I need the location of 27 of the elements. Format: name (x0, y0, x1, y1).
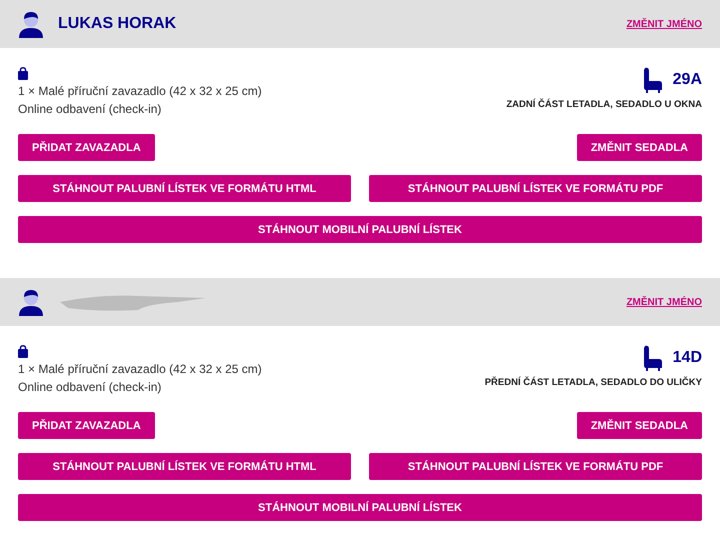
baggage-text: 1 × Malé příruční zavazadlo (42 x 32 x 25 cm) (18, 84, 262, 98)
seat-location: PŘEDNÍ ČÁST LETADLA, SEDADLO DO ULIČKY (484, 377, 702, 388)
seat-icon (642, 67, 663, 93)
seat-number: 14D (672, 349, 702, 367)
seat-icon (642, 345, 663, 371)
add-baggage-button[interactable]: PŘIDAT ZAVAZADLA (18, 134, 155, 161)
download-html-button[interactable]: STÁHNOUT PALUBNÍ LÍSTEK VE FORMÁTU HTML (18, 175, 351, 202)
change-name-link[interactable]: ZMĚNIT JMÉNO (626, 296, 702, 308)
seat-location: ZADNÍ ČÁST LETADLA, SEDADLO U OKNA (506, 99, 702, 110)
change-seat-button[interactable]: ZMĚNIT SEDADLA (576, 412, 702, 439)
change-seat-button[interactable]: ZMĚNIT SEDADLA (576, 134, 702, 161)
download-mobile-button[interactable]: STÁHNOUT MOBILNÍ PALUBNÍ LÍSTEK (18, 494, 702, 521)
bag-icon (18, 67, 28, 80)
download-html-button[interactable]: STÁHNOUT PALUBNÍ LÍSTEK VE FORMÁTU HTML (18, 453, 351, 480)
change-name-link[interactable]: ZMĚNIT JMÉNO (626, 18, 702, 30)
baggage-text: 1 × Malé příruční zavazadlo (42 x 32 x 25 cm) (18, 362, 262, 376)
seat-number: 29A (672, 71, 702, 89)
avatar-icon (18, 288, 44, 316)
add-baggage-button[interactable]: PŘIDAT ZAVAZADLA (18, 412, 155, 439)
download-pdf-button[interactable]: STÁHNOUT PALUBNÍ LÍSTEK VE FORMÁTU PDF (369, 175, 702, 202)
download-mobile-button[interactable]: STÁHNOUT MOBILNÍ PALUBNÍ LÍSTEK (18, 216, 702, 243)
avatar-icon (18, 10, 44, 38)
passenger-name: LUKAS HORAK (58, 15, 176, 33)
checkin-text: Online odbavení (check-in) (18, 102, 162, 116)
checkin-text: Online odbavení (check-in) (18, 380, 162, 394)
bag-icon (18, 345, 28, 358)
download-pdf-button[interactable]: STÁHNOUT PALUBNÍ LÍSTEK VE FORMÁTU PDF (369, 453, 702, 480)
